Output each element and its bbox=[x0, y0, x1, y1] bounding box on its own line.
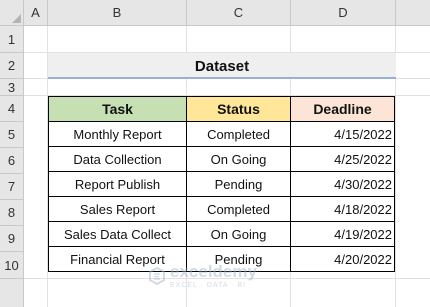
table-row: Financial Report Pending 4/20/2022 bbox=[48, 246, 395, 272]
cell-deadline[interactable]: 4/30/2022 bbox=[290, 171, 395, 197]
title-underline bbox=[48, 77, 396, 79]
table-row: Monthly Report Completed 4/15/2022 bbox=[48, 121, 395, 147]
column-header-d[interactable]: D bbox=[291, 0, 396, 26]
cell-deadline[interactable]: 4/25/2022 bbox=[290, 146, 395, 172]
cell-task[interactable]: Monthly Report bbox=[48, 121, 187, 147]
watermark-tagline: EXCEL · DATA · BI bbox=[170, 282, 246, 289]
row-header-1[interactable]: 1 bbox=[0, 26, 24, 53]
cell-deadline[interactable]: 4/20/2022 bbox=[290, 246, 395, 272]
cell-task[interactable]: Financial Report bbox=[48, 246, 187, 272]
task-table: Task Status Deadline Monthly Report Comp… bbox=[48, 96, 395, 272]
table-header-row: Task Status Deadline bbox=[48, 96, 395, 122]
row-header-6[interactable]: 6 bbox=[0, 148, 24, 174]
cell-status[interactable]: Pending bbox=[186, 246, 291, 272]
cell-task[interactable]: Sales Data Collect bbox=[48, 221, 187, 247]
cell-status[interactable]: Pending bbox=[186, 171, 291, 197]
table-row: Sales Report Completed 4/18/2022 bbox=[48, 196, 395, 222]
column-header-e[interactable] bbox=[396, 0, 430, 26]
cell-status[interactable]: Completed bbox=[186, 121, 291, 147]
row-header-9[interactable]: 9 bbox=[0, 226, 24, 252]
row-header-11[interactable] bbox=[0, 279, 24, 307]
row-header-7[interactable]: 7 bbox=[0, 174, 24, 200]
table-row: Sales Data Collect On Going 4/19/2022 bbox=[48, 221, 395, 247]
dataset-title-cell[interactable]: Dataset bbox=[48, 53, 396, 79]
select-all-triangle-icon bbox=[12, 14, 21, 23]
cell-task[interactable]: Sales Report bbox=[48, 196, 187, 222]
table-row: Report Publish Pending 4/30/2022 bbox=[48, 171, 395, 197]
row-header-2[interactable]: 2 bbox=[0, 53, 24, 79]
cell-deadline[interactable]: 4/18/2022 bbox=[290, 196, 395, 222]
header-status[interactable]: Status bbox=[186, 96, 291, 122]
cell-deadline[interactable]: 4/15/2022 bbox=[290, 121, 395, 147]
cell-deadline[interactable]: 4/19/2022 bbox=[290, 221, 395, 247]
cell-task[interactable]: Report Publish bbox=[48, 171, 187, 197]
column-header-b[interactable]: B bbox=[48, 0, 187, 26]
table-row: Data Collection On Going 4/25/2022 bbox=[48, 146, 395, 172]
row-header-3[interactable]: 3 bbox=[0, 79, 24, 96]
gridline-horizontal bbox=[24, 278, 430, 279]
header-task[interactable]: Task bbox=[48, 96, 187, 122]
cell-status[interactable]: On Going bbox=[186, 221, 291, 247]
select-all-corner[interactable] bbox=[0, 0, 24, 26]
column-header-c[interactable]: C bbox=[187, 0, 291, 26]
cell-task[interactable]: Data Collection bbox=[48, 146, 187, 172]
cell-status[interactable]: Completed bbox=[186, 196, 291, 222]
row-header-10[interactable]: 10 bbox=[0, 252, 24, 279]
header-deadline[interactable]: Deadline bbox=[290, 96, 395, 122]
row-header-4[interactable]: 4 bbox=[0, 96, 24, 122]
cell-status[interactable]: On Going bbox=[186, 146, 291, 172]
row-header-5[interactable]: 5 bbox=[0, 122, 24, 148]
row-header-8[interactable]: 8 bbox=[0, 200, 24, 226]
column-header-a[interactable]: A bbox=[24, 0, 48, 26]
dataset-title: Dataset bbox=[194, 57, 250, 75]
